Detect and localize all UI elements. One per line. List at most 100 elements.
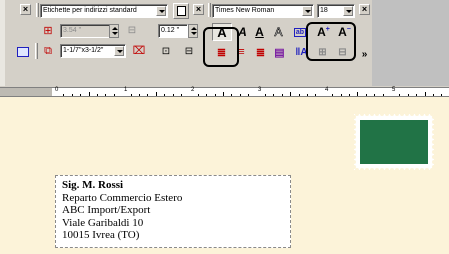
outline-a-icon: A bbox=[274, 25, 283, 40]
ruler-tick bbox=[80, 94, 82, 96]
font-name-dropdown[interactable]: Times New Roman bbox=[212, 4, 314, 18]
toolbar-area: × Etichette per indirizzi standard × Tim… bbox=[0, 0, 449, 88]
insert-text-button[interactable]: ⊟ bbox=[180, 43, 198, 60]
ruler-tick bbox=[416, 94, 418, 96]
margin-field[interactable]: 0.12 " bbox=[158, 24, 188, 38]
close-format-toolbar-button[interactable]: × bbox=[193, 4, 204, 15]
font-size-dropdown[interactable]: 18 bbox=[317, 4, 355, 18]
close-font-toolbar-button[interactable]: × bbox=[359, 4, 370, 15]
chevron-down-icon[interactable] bbox=[156, 6, 166, 16]
ruler-tick bbox=[71, 94, 73, 96]
label-width-spinner[interactable] bbox=[109, 24, 119, 38]
ruler-tick bbox=[155, 92, 157, 96]
ruler-number: 4 bbox=[325, 87, 329, 93]
ruler-tick bbox=[273, 94, 275, 96]
align-right-icon: ≣ bbox=[255, 46, 266, 59]
toolbar-grip[interactable] bbox=[36, 3, 39, 17]
ruler-number: 1 bbox=[124, 87, 128, 93]
print-preview-button[interactable] bbox=[14, 43, 32, 60]
outline-button[interactable]: A bbox=[270, 24, 287, 40]
ruler-tick bbox=[164, 94, 166, 96]
ruler-tick bbox=[315, 94, 317, 96]
ruler-tick bbox=[365, 94, 367, 96]
chevron-down-icon[interactable] bbox=[302, 6, 312, 16]
ruler-tick bbox=[206, 94, 208, 96]
ruler-tick bbox=[248, 94, 250, 96]
margin-value: 0.12 " bbox=[161, 27, 180, 34]
address-line: Reparto Commercio Estero bbox=[62, 191, 183, 204]
label-layout-button[interactable]: ⧉ bbox=[39, 43, 57, 60]
chevron-down-icon[interactable] bbox=[343, 6, 353, 16]
margin-spinner[interactable] bbox=[188, 24, 198, 38]
preview-icon bbox=[17, 46, 29, 57]
ruler-tick bbox=[172, 94, 174, 96]
justify-icon: ▤ bbox=[274, 46, 285, 59]
ruler-tick bbox=[239, 94, 241, 96]
ruler-tick bbox=[113, 94, 115, 96]
font-size-highlight-annotation bbox=[306, 22, 356, 61]
label-size-icon: ⊞ bbox=[43, 24, 53, 37]
insert-frame-button[interactable]: ⌧ bbox=[130, 43, 148, 60]
justify-button[interactable]: ▤ bbox=[271, 44, 288, 60]
label-size-value: 1-1/7"x3-1/2" bbox=[63, 47, 104, 54]
label-size-dropdown[interactable]: 1-1/7"x3-1/2" bbox=[60, 44, 126, 58]
address-line: 10015 Ivrea (TO) bbox=[62, 229, 140, 241]
margin-button[interactable]: ⊟ bbox=[123, 23, 141, 39]
ruler-tick bbox=[433, 94, 434, 96]
format-toolbar-grip[interactable] bbox=[208, 3, 211, 17]
underline-button[interactable]: A bbox=[251, 24, 268, 40]
align-right-button[interactable]: ≣ bbox=[252, 44, 269, 60]
toolbar-empty-area bbox=[372, 0, 449, 86]
ruler-tick bbox=[181, 94, 182, 96]
address-name: Sig. M. Rossi bbox=[62, 179, 124, 191]
ruler-number: 0 bbox=[55, 87, 59, 93]
overflow-chevron-icon: » bbox=[361, 48, 368, 60]
ruler-number: 5 bbox=[392, 87, 396, 93]
ruler-number: 3 bbox=[258, 87, 262, 93]
font-name-value: Times New Roman bbox=[215, 7, 275, 14]
label-style-value: Etichette per indirizzi standard bbox=[43, 7, 137, 14]
ruler-tick bbox=[88, 92, 90, 96]
label-width-value: 3.54 " bbox=[63, 27, 82, 34]
insert-picture-button[interactable]: ⊡ bbox=[157, 43, 175, 60]
font-size-value: 18 bbox=[320, 7, 328, 14]
stamp-image bbox=[360, 120, 428, 164]
chevron-down-icon[interactable] bbox=[114, 46, 124, 56]
ruler-tick bbox=[399, 94, 401, 96]
page-icon bbox=[176, 6, 186, 16]
label-style-dropdown[interactable]: Etichette per indirizzi standard bbox=[40, 4, 168, 18]
ruler-tick bbox=[130, 94, 132, 96]
label-width-field[interactable]: 3.54 " bbox=[60, 24, 110, 38]
spacing-icon: ab bbox=[293, 27, 307, 37]
label-size-button[interactable]: ⊞ bbox=[39, 23, 57, 39]
ruler-number: 2 bbox=[191, 87, 195, 93]
postage-stamp[interactable] bbox=[354, 114, 434, 170]
ruler-tick bbox=[382, 94, 384, 96]
address-line: Viale Garibaldi 10 bbox=[62, 216, 144, 229]
ruler-tick bbox=[340, 94, 342, 96]
ruler-tick bbox=[147, 94, 149, 96]
horizontal-ruler[interactable]: 0 1 2 3 4 5 bbox=[0, 87, 449, 97]
ruler-tick bbox=[424, 92, 426, 96]
ruler-tick bbox=[307, 94, 308, 96]
close-toolbar-button[interactable]: × bbox=[20, 4, 31, 15]
ruler-tick bbox=[223, 92, 224, 96]
label-canvas[interactable]: Sig. M. Rossi Reparto Commercio Estero A… bbox=[0, 97, 449, 254]
toolbar-grip-row3[interactable] bbox=[35, 43, 38, 59]
ruler-tick bbox=[281, 94, 283, 96]
ruler-tick bbox=[290, 92, 292, 96]
toolbar-edge bbox=[0, 0, 5, 86]
ruler-tick bbox=[197, 94, 199, 96]
ruler-tick bbox=[374, 94, 376, 96]
align-center-icon: ≡ bbox=[238, 46, 245, 58]
ruler-tick bbox=[441, 94, 443, 96]
ruler-tick bbox=[231, 94, 233, 96]
italic-a-icon: A bbox=[238, 25, 247, 39]
underline-a-icon: A bbox=[255, 25, 264, 39]
text-box-icon: ⊟ bbox=[184, 45, 194, 57]
ruler-margin bbox=[0, 88, 52, 96]
page-view-button[interactable] bbox=[173, 3, 189, 19]
ruler-tick bbox=[349, 94, 350, 96]
toolbar-overflow-button[interactable]: » bbox=[356, 46, 373, 62]
address-block[interactable]: Sig. M. Rossi Reparto Commercio Estero A… bbox=[55, 175, 291, 248]
